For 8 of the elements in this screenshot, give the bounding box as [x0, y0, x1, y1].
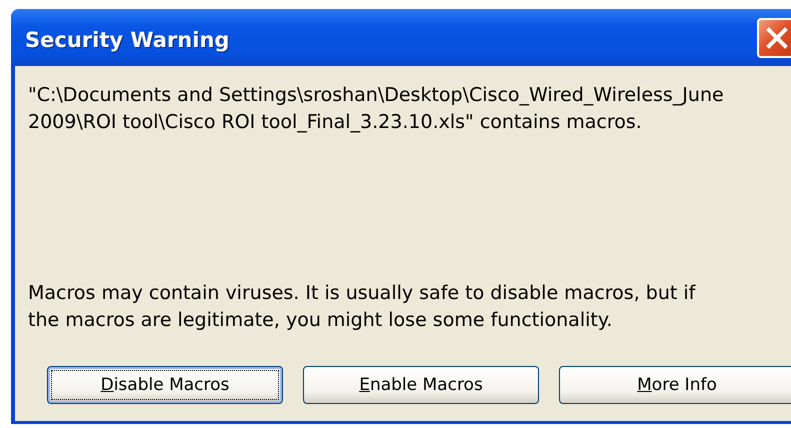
message-text: "C:\Documents and Settings\sroshan\Desktop\Cisco_Wired_Wireless_June 2009\ROI tool\Cisco ROI tool_Final_3.23.10.xls" contains macros.	[28, 83, 725, 135]
dialog-button[interactable]: Enable Macros	[303, 366, 539, 404]
close-button[interactable]	[757, 18, 791, 58]
dialog-button[interactable]: More Info	[559, 366, 791, 404]
window-title: Security Warning	[25, 26, 230, 52]
close-icon	[766, 26, 788, 48]
warning-text: Macros may contain viruses. It is usually safe to disable macros, but if the macros are legitimate, you might lose some functionality.	[28, 281, 697, 333]
dialog-button[interactable]: Disable Macros	[47, 366, 283, 404]
